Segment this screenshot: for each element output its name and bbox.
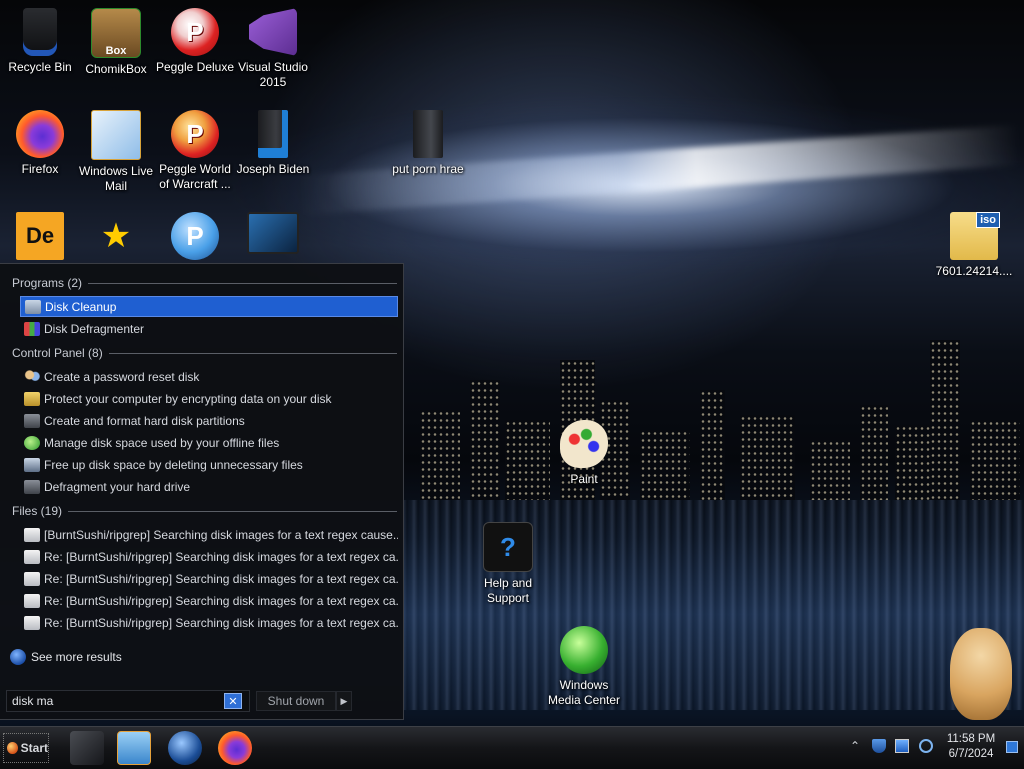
desktop-icon-folder[interactable]: put porn hrae [388, 110, 468, 177]
result-encrypting-data[interactable]: Protect your computer by encrypting data… [20, 388, 398, 409]
monitor-icon [247, 212, 299, 254]
see-more-results-link[interactable]: See more results [10, 649, 122, 665]
desktop-icon-chomikbox[interactable]: Box ChomikBox [76, 8, 156, 77]
section-header-control-panel: Control Panel (8) [12, 345, 397, 361]
hamster-gadget [950, 628, 1012, 720]
result-disk-cleanup[interactable]: Disk Cleanup [20, 296, 398, 317]
bitlocker-icon [24, 391, 40, 406]
show-hidden-icons-button[interactable]: ⌃ [848, 739, 862, 753]
result-defragment-drive[interactable]: Defragment your hard drive [20, 476, 398, 497]
result-offline-files[interactable]: Manage disk space used by your offline f… [20, 432, 398, 453]
sync-center-icon [24, 435, 40, 450]
result-file[interactable]: [BurntSushi/ripgrep] Searching disk imag… [20, 524, 398, 545]
media-center-icon [560, 626, 608, 674]
media-player-icon[interactable] [117, 731, 151, 765]
start-menu: Programs (2) Disk Cleanup Disk Defragmen… [0, 263, 404, 720]
desktop-icon-recycle-bin[interactable]: Recycle Bin [0, 8, 80, 75]
desktop-icon-visual-studio[interactable]: Visual Studio 2015 [233, 8, 313, 90]
desktop-icon-star-app[interactable]: ★ [76, 212, 156, 264]
desktop-icon-firefox[interactable]: Firefox [0, 110, 80, 177]
start-button[interactable]: Start [3, 733, 49, 763]
users-icon [24, 369, 40, 384]
peggle-icon: P [171, 212, 219, 260]
taskbar: Start ⌃ 11:58 PM 6/7/2024 [0, 726, 1024, 769]
help-icon: ? [483, 522, 533, 572]
result-file[interactable]: Re: [BurntSushi/ripgrep] Searching disk … [20, 568, 398, 589]
recycle-bin-icon [23, 8, 57, 56]
result-file[interactable]: Re: [BurntSushi/ripgrep] Searching disk … [20, 546, 398, 567]
search-globe-icon [10, 649, 26, 665]
desktop-icon-help-support[interactable]: ? Help and Support [468, 522, 548, 606]
shutdown-options-arrow-icon[interactable]: ▶ [336, 691, 352, 711]
disk-defragmenter-icon [24, 321, 40, 336]
paint-icon [560, 420, 608, 468]
iso-icon: iso [950, 212, 1000, 260]
section-header-programs: Programs (2) [12, 275, 397, 291]
desktop-icon-paint[interactable]: Paint [544, 420, 624, 487]
result-disk-defragmenter[interactable]: Disk Defragmenter [20, 318, 398, 339]
network-icon[interactable] [895, 739, 909, 753]
search-input[interactable] [7, 693, 224, 709]
folder-icon [413, 110, 443, 158]
email-file-icon [24, 527, 40, 542]
firefox-icon[interactable] [218, 731, 252, 765]
clock[interactable]: 11:58 PM 6/7/2024 [940, 732, 1002, 762]
result-file[interactable]: Re: [BurntSushi/ripgrep] Searching disk … [20, 612, 398, 633]
disk-management-icon [24, 479, 40, 494]
result-file[interactable]: Re: [BurntSushi/ripgrep] Searching disk … [20, 590, 398, 611]
security-shield-icon[interactable] [872, 739, 886, 753]
peggle-icon: P [171, 8, 219, 56]
desktop-icon-peggle-wow[interactable]: P Peggle World of Warcraft ... [155, 110, 235, 192]
wallpaper-skyline [400, 330, 1024, 500]
network-globe-icon[interactable] [168, 731, 202, 765]
firefox-icon [16, 110, 64, 158]
disk-management-icon [24, 413, 40, 428]
result-free-up-disk-space[interactable]: Free up disk space by deleting unnecessa… [20, 454, 398, 475]
desktop-icon-peggle-deluxe[interactable]: P Peggle Deluxe [155, 8, 235, 75]
desktop-icon-iso[interactable]: iso 7601.24214.... [934, 212, 1014, 279]
result-password-reset-disk[interactable]: Create a password reset disk [20, 366, 398, 387]
de-app-icon: De [16, 212, 64, 260]
desktop-icon-monitor[interactable] [233, 212, 313, 258]
desktop-icon-joseph-biden[interactable]: Joseph Biden [233, 110, 313, 177]
peggle-icon: P [171, 110, 219, 158]
user-folder-icon [258, 110, 288, 158]
desktop-icon-de[interactable]: De [0, 212, 80, 264]
windows-orb-icon [7, 742, 18, 754]
section-header-files: Files (19) [12, 503, 397, 519]
show-desktop-button[interactable] [1006, 741, 1018, 753]
desktop-icon-windows-live-mail[interactable]: Windows Live Mail [76, 110, 156, 194]
shutdown-button[interactable]: Shut down [256, 691, 336, 711]
email-file-icon [24, 549, 40, 564]
volume-icon[interactable] [919, 739, 933, 753]
disk-cleanup-icon [24, 457, 40, 472]
email-file-icon [24, 615, 40, 630]
visual-studio-icon [249, 8, 297, 56]
email-file-icon [24, 571, 40, 586]
email-file-icon [24, 593, 40, 608]
chomikbox-icon: Box [91, 8, 141, 58]
result-disk-partitions[interactable]: Create and format hard disk partitions [20, 410, 398, 431]
desktop-icon-afterlight[interactable]: P [155, 212, 235, 264]
mail-icon [91, 110, 141, 160]
explorer-icon[interactable] [70, 731, 104, 765]
desktop-icon-media-center[interactable]: Windows Media Center [544, 626, 624, 708]
disk-cleanup-icon [25, 299, 41, 314]
star-app-icon: ★ [100, 217, 132, 255]
start-search-box[interactable]: ✕ [6, 690, 250, 712]
clear-search-icon[interactable]: ✕ [224, 693, 242, 709]
